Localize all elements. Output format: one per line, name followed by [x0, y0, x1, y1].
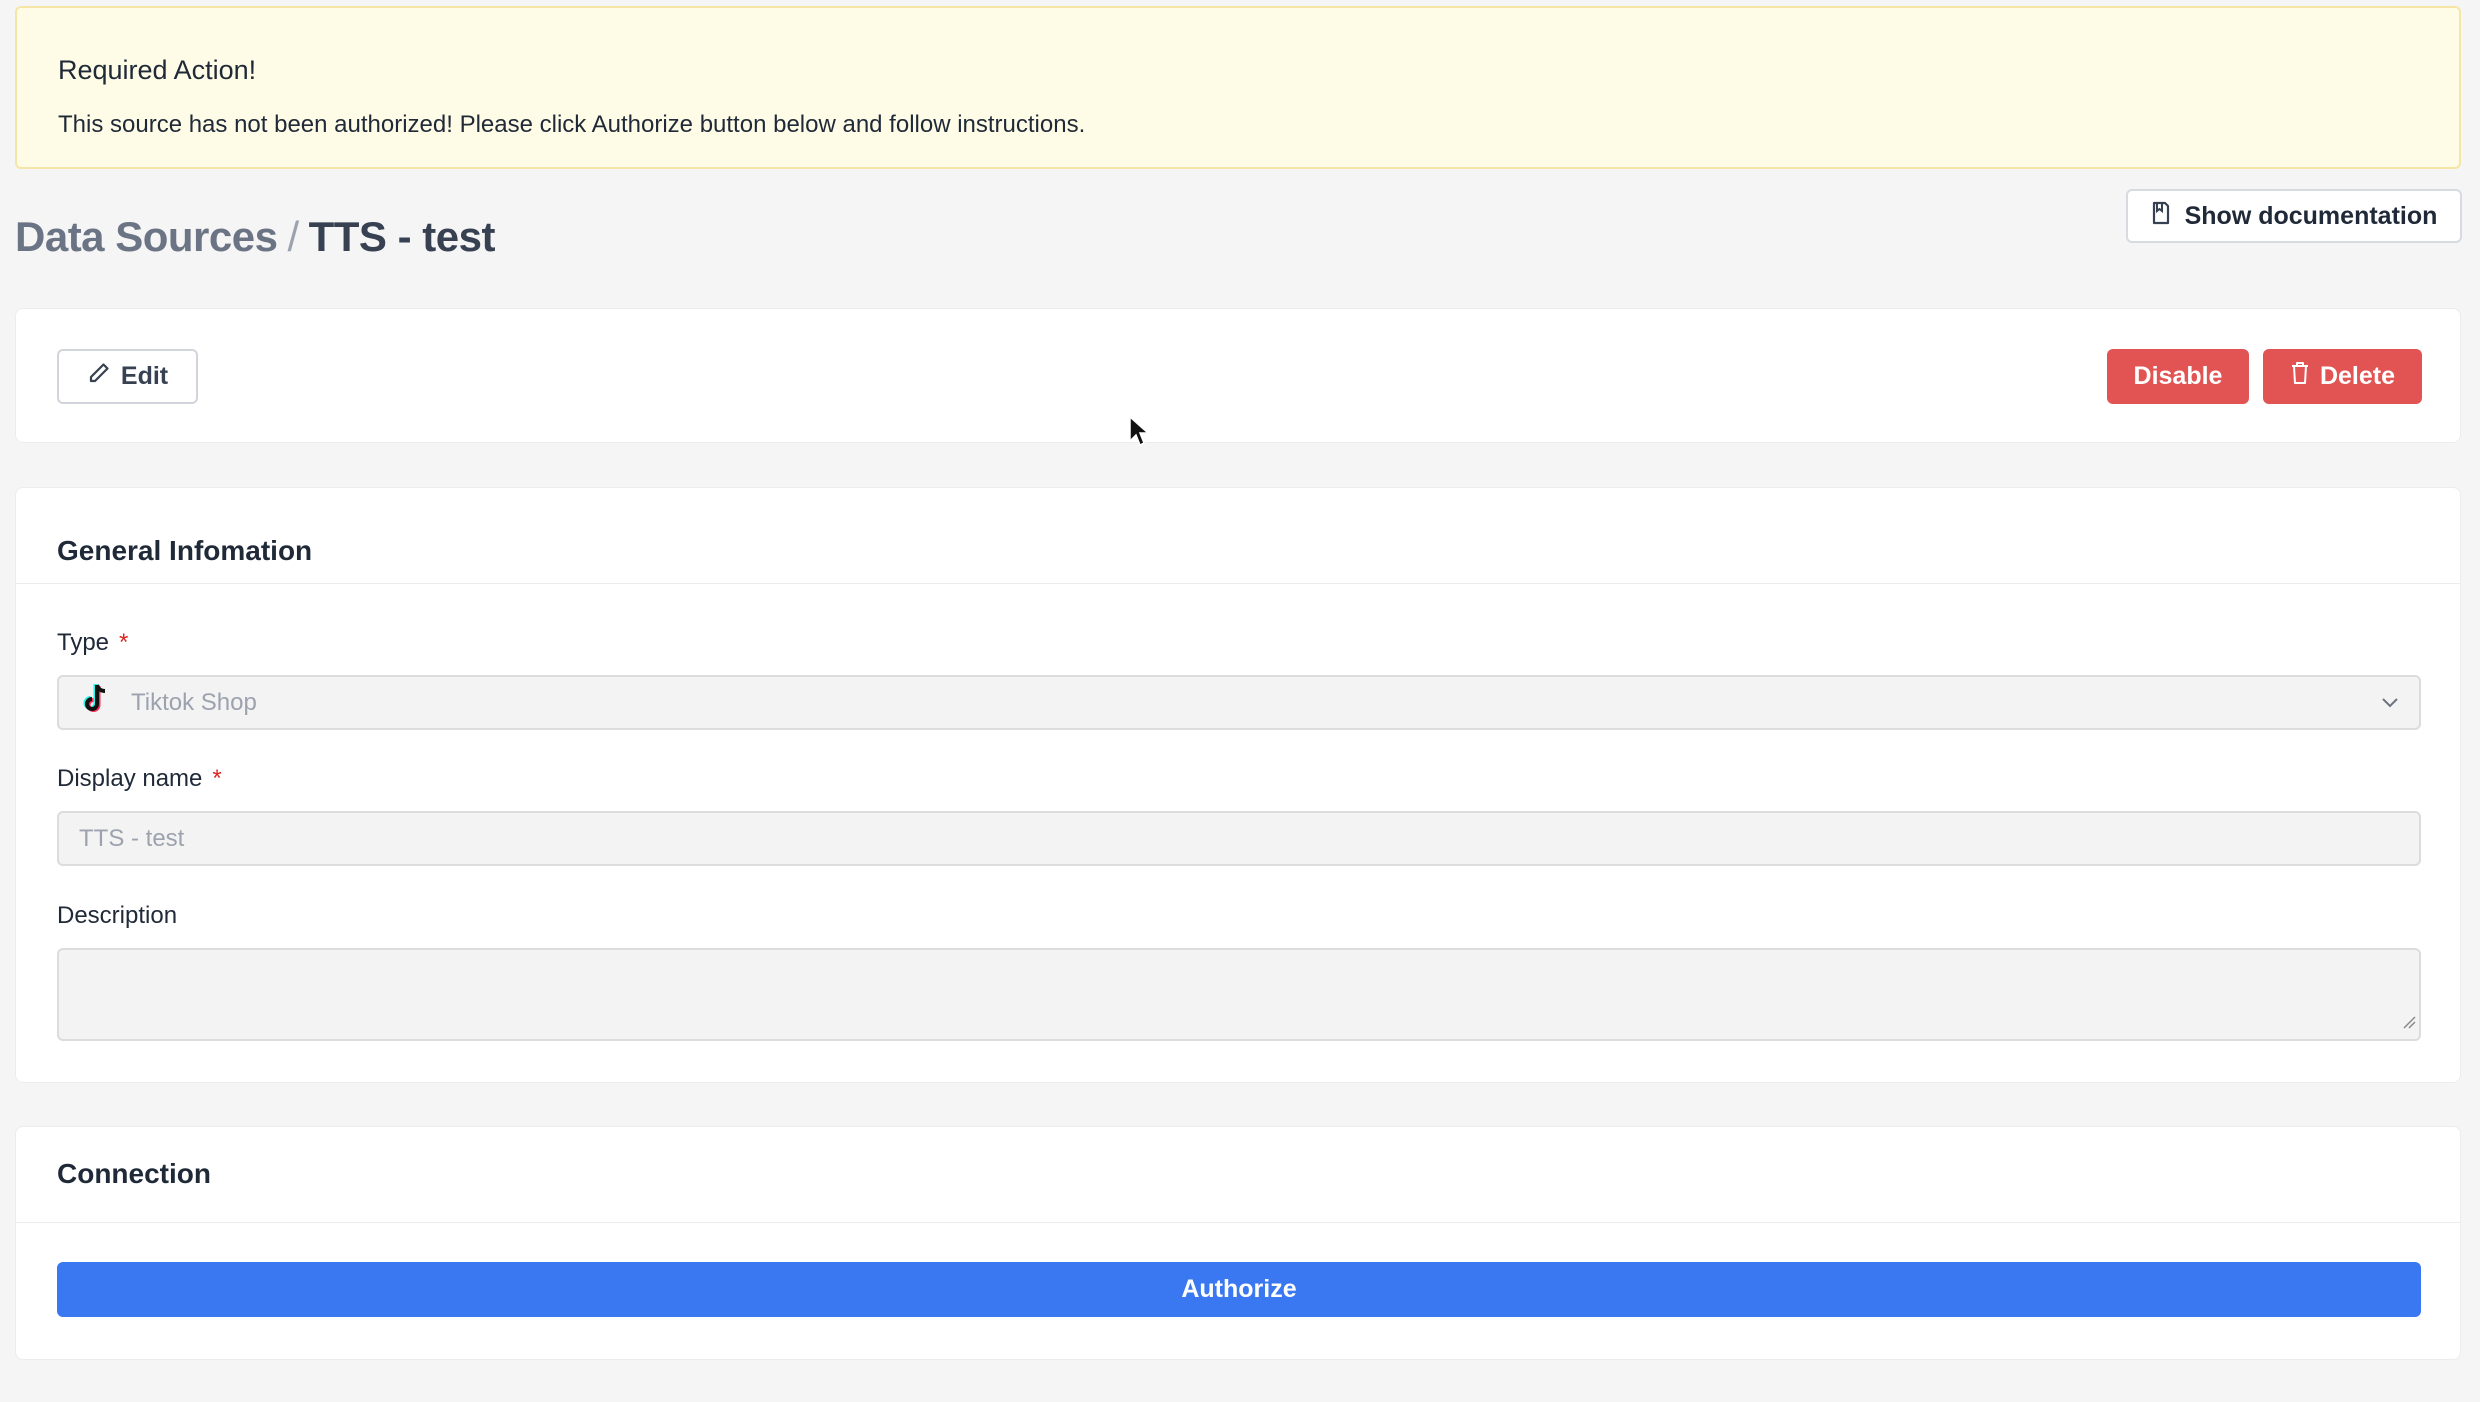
required-marker: *: [119, 629, 129, 656]
connection-card: Connection Authorize: [15, 1126, 2461, 1360]
alert-message: This source has not been authorized! Ple…: [58, 111, 1086, 138]
section-divider: [16, 1222, 2460, 1223]
type-label-text: Type: [57, 629, 110, 656]
edit-label: Edit: [120, 362, 169, 390]
type-select-value: Tiktok Shop: [131, 688, 257, 716]
resize-handle-icon[interactable]: [2402, 1008, 2416, 1036]
delete-button[interactable]: Delete: [2263, 349, 2422, 404]
disable-button[interactable]: Disable: [2107, 349, 2249, 404]
description-label: Description: [57, 902, 178, 929]
pencil-icon: [87, 361, 111, 392]
display-name-label: Display name *: [57, 765, 222, 793]
document-icon: [2151, 201, 2171, 232]
mouse-cursor-icon: [1128, 415, 1150, 452]
page-title: TTS - test: [308, 213, 496, 260]
breadcrumb: Data Sources / TTS - test: [15, 213, 495, 261]
edit-button[interactable]: Edit: [57, 349, 198, 404]
type-select[interactable]: Tiktok Shop: [57, 675, 2421, 730]
general-information-card: General Infomation Type * Tiktok Shop Dis…: [15, 487, 2461, 1083]
required-action-alert: Required Action! This source has not bee…: [15, 6, 2461, 169]
actions-card: Edit Disable Delete: [15, 308, 2461, 443]
display-name-input[interactable]: TTS - test: [57, 811, 2421, 866]
section-divider: [16, 583, 2460, 584]
chevron-down-icon: [2379, 691, 2401, 720]
display-name-label-text: Display name: [57, 765, 203, 792]
breadcrumb-separator: /: [287, 213, 299, 260]
type-label: Type *: [57, 629, 128, 657]
description-textarea[interactable]: [57, 948, 2421, 1041]
show-documentation-button[interactable]: Show documentation: [2126, 189, 2462, 243]
disable-label: Disable: [2133, 362, 2223, 390]
alert-title: Required Action!: [58, 55, 257, 85]
required-marker: *: [212, 765, 222, 792]
trash-icon: [2290, 361, 2310, 392]
breadcrumb-parent-link[interactable]: Data Sources: [15, 213, 278, 260]
connection-heading: Connection: [57, 1158, 211, 1189]
delete-label: Delete: [2319, 362, 2396, 390]
authorize-button[interactable]: Authorize: [57, 1262, 2421, 1317]
tiktok-icon: [81, 683, 109, 722]
show-documentation-label: Show documentation: [2184, 201, 2438, 230]
display-name-value: TTS - test: [79, 824, 185, 852]
general-information-heading: General Infomation: [57, 535, 313, 566]
